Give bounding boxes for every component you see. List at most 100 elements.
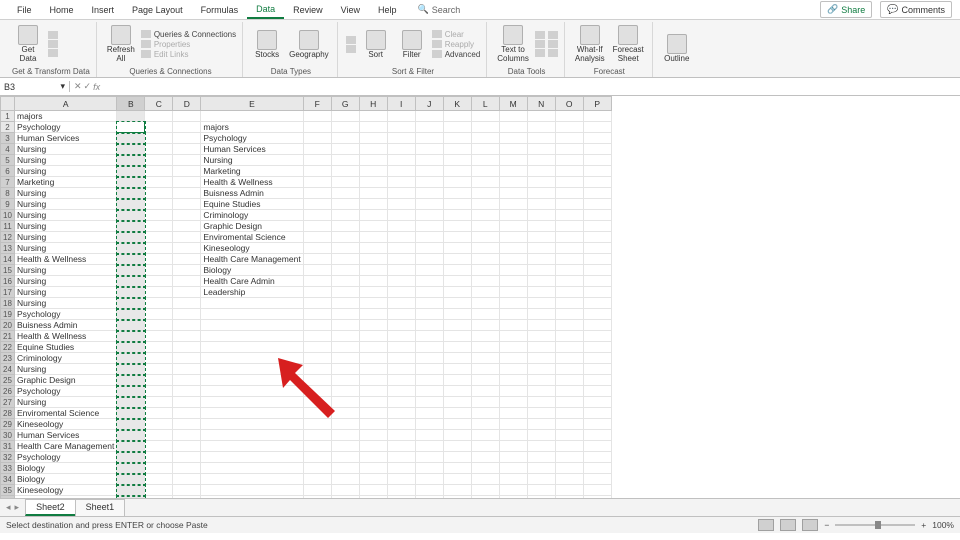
cell-J1[interactable] bbox=[415, 111, 443, 122]
cell-C14[interactable] bbox=[145, 254, 173, 265]
fx-icon[interactable]: fx bbox=[93, 82, 100, 92]
cell-C2[interactable] bbox=[145, 122, 173, 133]
cell-H21[interactable] bbox=[359, 331, 387, 342]
cell-B15[interactable] bbox=[117, 265, 145, 276]
cell-I1[interactable] bbox=[387, 111, 415, 122]
cell-B14[interactable] bbox=[117, 254, 145, 265]
cell-B17[interactable] bbox=[117, 287, 145, 298]
cell-H5[interactable] bbox=[359, 155, 387, 166]
cell-D18[interactable] bbox=[173, 298, 201, 309]
cell-H30[interactable] bbox=[359, 430, 387, 441]
cell-K9[interactable] bbox=[443, 199, 471, 210]
cell-A13[interactable]: Nursing bbox=[15, 243, 117, 254]
cell-J13[interactable] bbox=[415, 243, 443, 254]
cell-F22[interactable] bbox=[303, 342, 331, 353]
cell-N35[interactable] bbox=[527, 485, 555, 496]
cell-P33[interactable] bbox=[583, 463, 611, 474]
cell-E15[interactable]: Biology bbox=[201, 265, 303, 276]
cell-J18[interactable] bbox=[415, 298, 443, 309]
cell-F2[interactable] bbox=[303, 122, 331, 133]
cell-D24[interactable] bbox=[173, 364, 201, 375]
cell-D23[interactable] bbox=[173, 353, 201, 364]
cell-L32[interactable] bbox=[471, 452, 499, 463]
cell-N27[interactable] bbox=[527, 397, 555, 408]
cell-D12[interactable] bbox=[173, 232, 201, 243]
cell-I9[interactable] bbox=[387, 199, 415, 210]
cell-B36[interactable] bbox=[117, 496, 145, 500]
cell-O9[interactable] bbox=[555, 199, 583, 210]
cell-A3[interactable]: Human Services bbox=[15, 133, 117, 144]
cell-B6[interactable] bbox=[117, 166, 145, 177]
cell-F15[interactable] bbox=[303, 265, 331, 276]
cell-K23[interactable] bbox=[443, 353, 471, 364]
cell-I28[interactable] bbox=[387, 408, 415, 419]
cell-G29[interactable] bbox=[331, 419, 359, 430]
cell-L9[interactable] bbox=[471, 199, 499, 210]
cell-C29[interactable] bbox=[145, 419, 173, 430]
cell-G1[interactable] bbox=[331, 111, 359, 122]
cell-D3[interactable] bbox=[173, 133, 201, 144]
row-header-25[interactable]: 25 bbox=[1, 375, 15, 386]
cell-J36[interactable] bbox=[415, 496, 443, 500]
zoom-out-button[interactable]: − bbox=[824, 520, 829, 530]
cell-C36[interactable] bbox=[145, 496, 173, 500]
cell-A12[interactable]: Nursing bbox=[15, 232, 117, 243]
cell-P2[interactable] bbox=[583, 122, 611, 133]
cell-D6[interactable] bbox=[173, 166, 201, 177]
cell-M10[interactable] bbox=[499, 210, 527, 221]
cell-G26[interactable] bbox=[331, 386, 359, 397]
cell-A5[interactable]: Nursing bbox=[15, 155, 117, 166]
cell-B11[interactable] bbox=[117, 221, 145, 232]
cell-A9[interactable]: Nursing bbox=[15, 199, 117, 210]
cell-C10[interactable] bbox=[145, 210, 173, 221]
col-header-A[interactable]: A bbox=[15, 97, 117, 111]
cell-A16[interactable]: Nursing bbox=[15, 276, 117, 287]
cell-H12[interactable] bbox=[359, 232, 387, 243]
cell-N26[interactable] bbox=[527, 386, 555, 397]
cell-C32[interactable] bbox=[145, 452, 173, 463]
cell-E4[interactable]: Human Services bbox=[201, 144, 303, 155]
cell-A23[interactable]: Criminology bbox=[15, 353, 117, 364]
cell-B31[interactable] bbox=[117, 441, 145, 452]
tab-insert[interactable]: Insert bbox=[83, 2, 124, 18]
cell-B19[interactable] bbox=[117, 309, 145, 320]
col-header-M[interactable]: M bbox=[499, 97, 527, 111]
cell-F8[interactable] bbox=[303, 188, 331, 199]
cell-F17[interactable] bbox=[303, 287, 331, 298]
cell-C7[interactable] bbox=[145, 177, 173, 188]
cell-N13[interactable] bbox=[527, 243, 555, 254]
cell-G25[interactable] bbox=[331, 375, 359, 386]
row-header-22[interactable]: 22 bbox=[1, 342, 15, 353]
cell-J33[interactable] bbox=[415, 463, 443, 474]
cell-N36[interactable] bbox=[527, 496, 555, 500]
cell-K7[interactable] bbox=[443, 177, 471, 188]
cell-A30[interactable]: Human Services bbox=[15, 430, 117, 441]
row-header-28[interactable]: 28 bbox=[1, 408, 15, 419]
row-header-1[interactable]: 1 bbox=[1, 111, 15, 122]
cell-L3[interactable] bbox=[471, 133, 499, 144]
cell-F30[interactable] bbox=[303, 430, 331, 441]
cell-M21[interactable] bbox=[499, 331, 527, 342]
cell-M30[interactable] bbox=[499, 430, 527, 441]
col-header-F[interactable]: F bbox=[303, 97, 331, 111]
cell-L10[interactable] bbox=[471, 210, 499, 221]
cell-D16[interactable] bbox=[173, 276, 201, 287]
cell-H3[interactable] bbox=[359, 133, 387, 144]
cell-O4[interactable] bbox=[555, 144, 583, 155]
cell-J28[interactable] bbox=[415, 408, 443, 419]
cell-L25[interactable] bbox=[471, 375, 499, 386]
cell-J19[interactable] bbox=[415, 309, 443, 320]
cell-F14[interactable] bbox=[303, 254, 331, 265]
cell-K16[interactable] bbox=[443, 276, 471, 287]
cell-N34[interactable] bbox=[527, 474, 555, 485]
cell-K32[interactable] bbox=[443, 452, 471, 463]
cell-K28[interactable] bbox=[443, 408, 471, 419]
col-header-E[interactable]: E bbox=[201, 97, 303, 111]
cell-A32[interactable]: Psychology bbox=[15, 452, 117, 463]
cell-K8[interactable] bbox=[443, 188, 471, 199]
cell-N7[interactable] bbox=[527, 177, 555, 188]
cell-P36[interactable] bbox=[583, 496, 611, 500]
cell-E7[interactable]: Health & Wellness bbox=[201, 177, 303, 188]
cell-E31[interactable] bbox=[201, 441, 303, 452]
cell-J15[interactable] bbox=[415, 265, 443, 276]
